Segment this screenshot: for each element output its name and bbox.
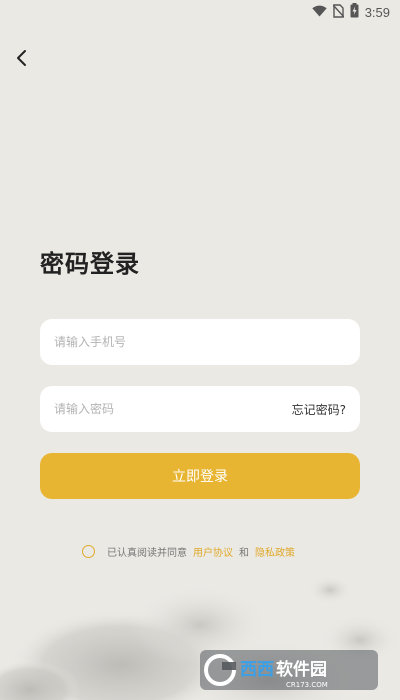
- login-button[interactable]: 立即登录: [40, 453, 360, 499]
- status-bar: 3:59: [0, 0, 400, 24]
- battery-charging-icon: [350, 3, 359, 22]
- status-time: 3:59: [364, 5, 390, 20]
- agreement-row: 已认真阅读并同意 用户协议 和 隐私政策: [82, 544, 295, 559]
- phone-field-container: [40, 319, 360, 365]
- wifi-icon: [311, 5, 327, 21]
- agreement-checkbox[interactable]: [82, 545, 95, 558]
- phone-input[interactable]: [54, 335, 346, 349]
- agreement-and: 和: [239, 548, 249, 559]
- svg-text:西西: 西西: [240, 660, 274, 680]
- forgot-password-link[interactable]: 忘记密码?: [292, 401, 346, 418]
- page-title: 密码登录: [40, 250, 140, 278]
- chevron-left-icon: [15, 49, 29, 71]
- agreement-prefix: 已认真阅读并同意: [107, 548, 187, 559]
- status-icons: 3:59: [311, 3, 390, 22]
- privacy-policy-link[interactable]: 隐私政策: [255, 544, 295, 559]
- password-input[interactable]: [54, 402, 292, 416]
- svg-text:软件园: 软件园: [276, 659, 327, 680]
- password-field-container: 忘记密码?: [40, 386, 360, 432]
- svg-text:CR173.COM: CR173.COM: [286, 681, 328, 689]
- user-agreement-link[interactable]: 用户协议: [193, 544, 233, 559]
- back-button[interactable]: [10, 48, 34, 72]
- cr173-watermark-logo: 西西 软件园 CR173.COM: [200, 650, 378, 690]
- no-sim-icon: [332, 3, 345, 22]
